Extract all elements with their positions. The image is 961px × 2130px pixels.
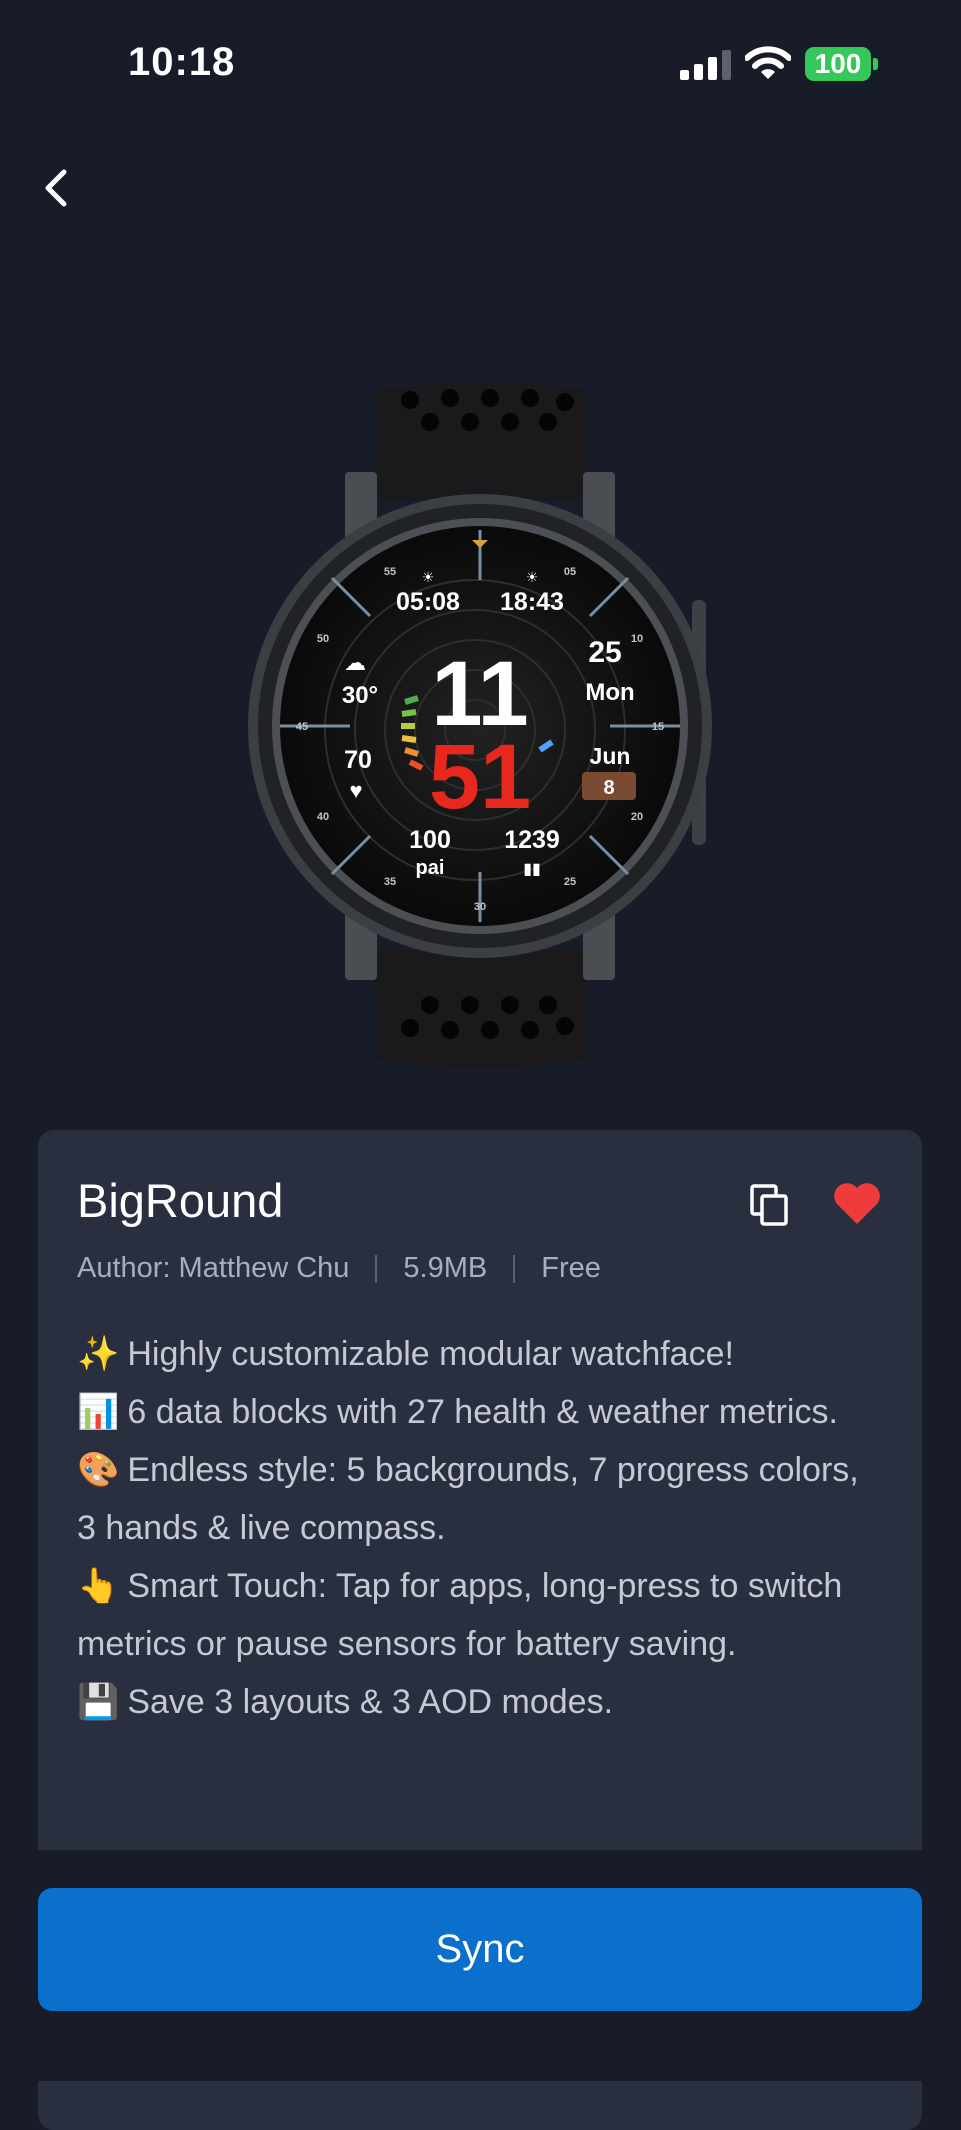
svg-text:☀: ☀	[526, 569, 539, 585]
svg-text:▮▮: ▮▮	[523, 861, 541, 878]
steps-value: 1239	[504, 826, 560, 854]
bar-chart-icon: 📊	[77, 1393, 120, 1431]
minute-digits: 51	[429, 726, 531, 828]
watchface-title: BigRound	[77, 1174, 284, 1227]
description-line: ✨ Highly customizable modular watchface!	[77, 1325, 877, 1383]
description-line: 🎨 Endless style: 5 backgrounds, 7 progres…	[77, 1441, 877, 1557]
meta-divider	[513, 1254, 516, 1283]
status-bar: 10:18 100	[0, 0, 961, 130]
sparkles-icon: ✨	[77, 1335, 120, 1373]
bezel-label-15: 15	[652, 721, 664, 733]
pointing-hand-icon: 👆	[77, 1567, 120, 1605]
svg-text:♥: ♥	[349, 778, 362, 803]
weekday: Mon	[585, 679, 634, 706]
description-line: 👆 Smart Touch: Tap for apps, long-press t…	[77, 1557, 877, 1673]
battery-indicator: 100	[805, 47, 871, 81]
copy-icon[interactable]	[748, 1182, 792, 1228]
sync-button[interactable]: Sync	[38, 1888, 922, 2011]
bezel-label-55: 55	[384, 566, 396, 578]
floppy-disk-icon: 💾	[77, 1683, 120, 1721]
meta-divider	[375, 1254, 378, 1283]
bezel-label-20: 20	[631, 811, 643, 823]
cellular-signal-icon	[680, 50, 731, 80]
bezel-label-50: 50	[317, 633, 329, 645]
sunset-time: 18:43	[500, 588, 564, 616]
description-text: Save 3 layouts & 3 AOD modes.	[127, 1683, 614, 1721]
month-number: 8	[603, 777, 614, 799]
description-line: 📊 6 data blocks with 27 health & weather …	[77, 1383, 877, 1441]
description-text: 6 data blocks with 27 health & weather m…	[127, 1393, 838, 1431]
battery-nub	[873, 58, 878, 70]
bezel-label-30: 30	[474, 901, 486, 913]
wifi-icon	[745, 46, 791, 79]
bezel-label-25: 25	[564, 876, 576, 888]
temperature: 30°	[342, 682, 378, 709]
bezel-label-40: 40	[317, 811, 329, 823]
description-text: Smart Touch: Tap for apps, long-press to…	[77, 1567, 843, 1663]
bezel-label-10: 10	[631, 633, 643, 645]
svg-text:☁: ☁	[344, 650, 366, 675]
status-time: 10:18	[128, 40, 236, 84]
bezel-label-45: 45	[296, 721, 308, 733]
description-text: Endless style: 5 backgrounds, 7 progress…	[77, 1451, 859, 1547]
favorite-heart-icon[interactable]	[832, 1180, 882, 1226]
bezel-label-35: 35	[384, 876, 396, 888]
palette-icon: 🎨	[77, 1451, 120, 1489]
back-chevron-icon[interactable]	[34, 160, 84, 216]
watchface-description: ✨ Highly customizable modular watchface! …	[77, 1325, 877, 1731]
price-label: Free	[541, 1252, 601, 1284]
description-text: Highly customizable modular watchface!	[127, 1335, 734, 1373]
svg-text:☀: ☀	[422, 569, 435, 585]
bezel-label-05: 05	[564, 566, 576, 578]
watchface-preview: 55 05 50 10 45 15 40 20 35 25 30 ☀ ☀ 05:…	[248, 382, 712, 1068]
sunrise-time: 05:08	[396, 588, 460, 616]
pai-value: 100	[409, 826, 451, 854]
author-label: Author: Matthew Chu	[77, 1252, 350, 1284]
pai-label: pai	[416, 857, 445, 879]
watchface-meta: Author: Matthew Chu 5.9MB Free	[77, 1252, 601, 1285]
month-name: Jun	[590, 743, 631, 769]
heart-rate: 70	[344, 746, 372, 774]
file-size: 5.9MB	[403, 1252, 488, 1284]
day-number: 25	[588, 636, 621, 669]
description-line: 💾 Save 3 layouts & 3 AOD modes.	[77, 1673, 877, 1731]
